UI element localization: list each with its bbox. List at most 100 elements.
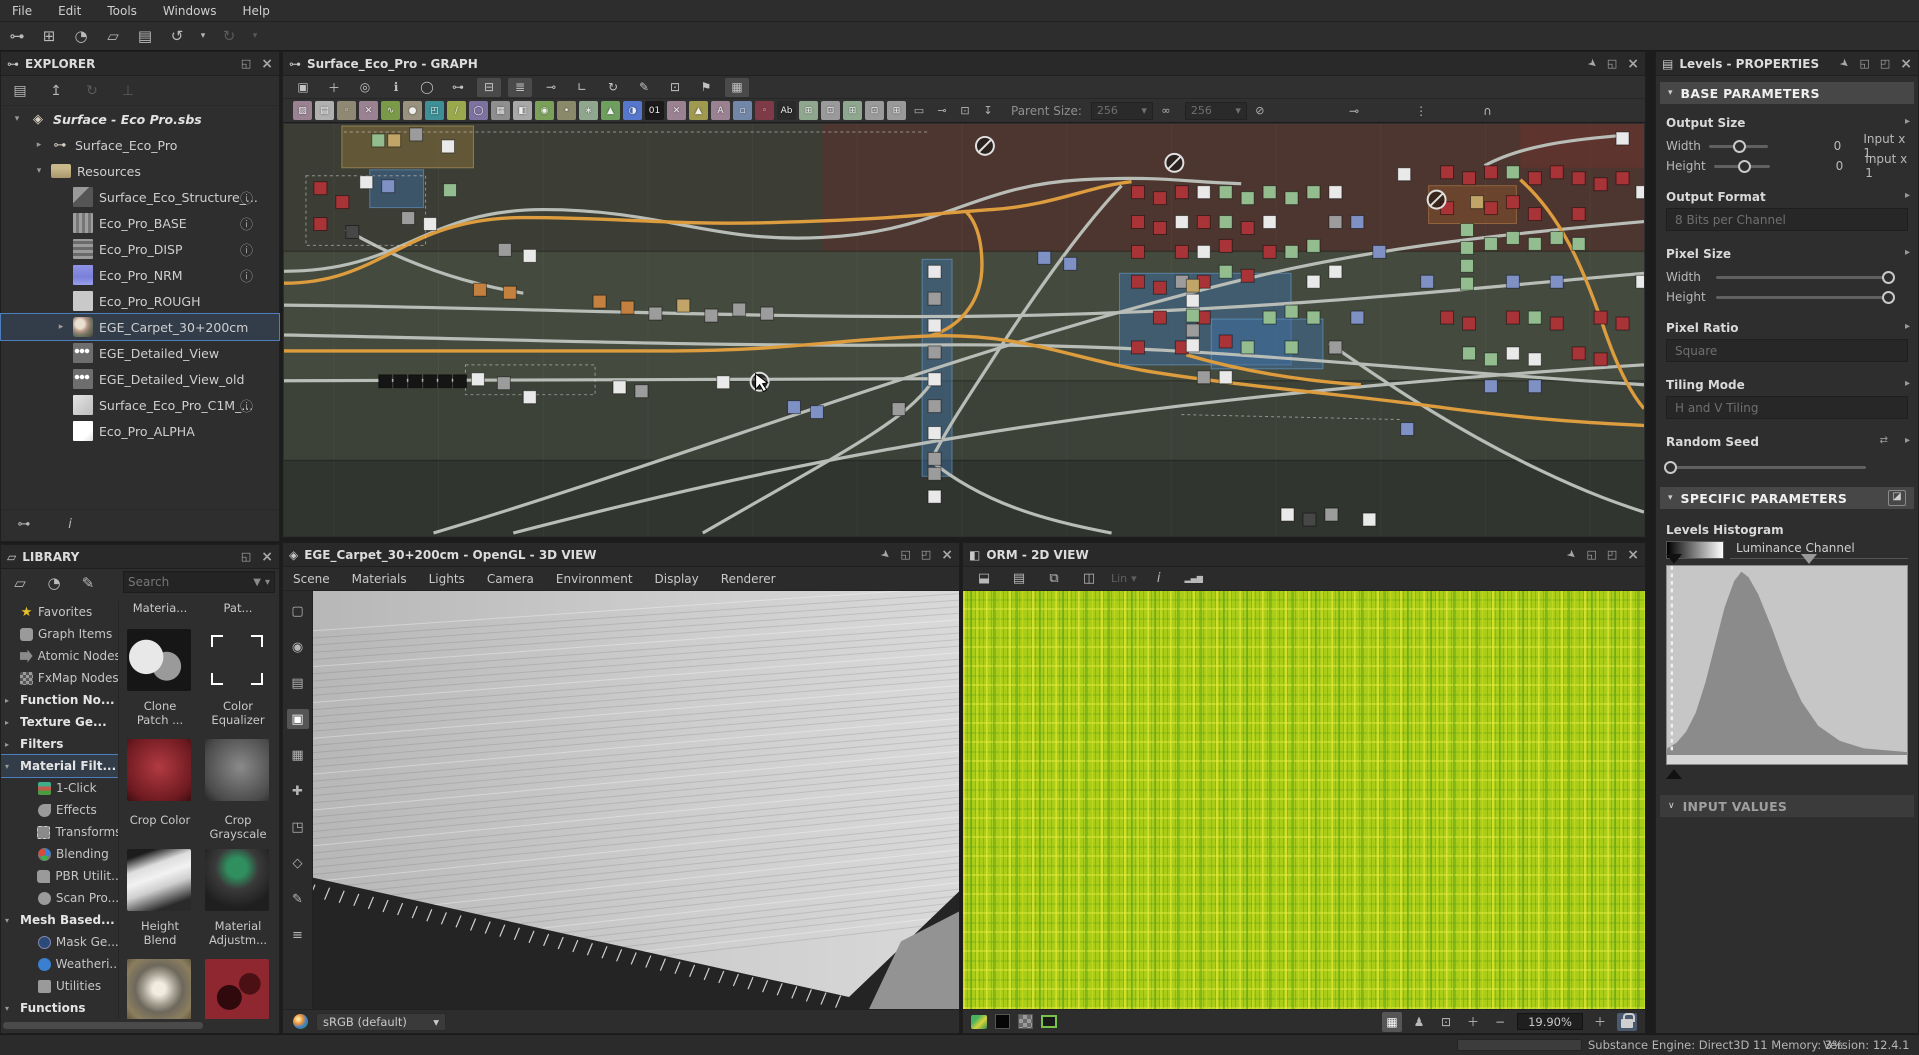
graph-node[interactable]: [1484, 166, 1497, 179]
add-node-icon[interactable]: ▲: [689, 101, 708, 120]
graph-node[interactable]: [892, 403, 905, 416]
graph-node[interactable]: [1506, 311, 1519, 324]
tree-item[interactable]: Eco_Pro_DISPⓘ: [1, 236, 279, 262]
menu-file[interactable]: File: [12, 4, 32, 18]
graph-node[interactable]: [1594, 311, 1607, 324]
graph-node[interactable]: [621, 301, 634, 314]
pin-icon[interactable]: ➤: [1564, 547, 1579, 563]
view3d-side-icon[interactable]: ✎: [287, 889, 309, 909]
library-item-label[interactable]: Bitmap toMateria...: [123, 601, 197, 616]
graph-node[interactable]: [497, 377, 510, 390]
tree-item[interactable]: Eco_Pro_BASEⓘ: [1, 210, 279, 236]
graph-node[interactable]: [928, 452, 941, 465]
expander-icon[interactable]: ▸: [5, 740, 15, 749]
library-category-atomic-nodes[interactable]: Atomic Nodes: [1, 645, 118, 667]
reset-size-icon[interactable]: ⊘: [1250, 101, 1270, 120]
graph-node[interactable]: [1241, 222, 1254, 235]
library-category-mesh-based-[interactable]: ▾Mesh Based...: [1, 909, 118, 931]
add-node-icon[interactable]: ◦: [337, 101, 356, 120]
tree-item[interactable]: ▾◈Surface - Eco Pro.sbs: [1, 106, 279, 132]
graph-node[interactable]: [1484, 202, 1497, 215]
view3d-side-icon[interactable]: ◇: [287, 853, 309, 873]
view3d-menu-renderer[interactable]: Renderer: [721, 572, 776, 586]
height-value[interactable]: 0: [1836, 159, 1844, 173]
chevron-right-icon[interactable]: ▸: [1905, 321, 1910, 332]
open-recent-icon[interactable]: ◔: [68, 24, 94, 48]
view3d-side-icon[interactable]: ≡: [287, 925, 309, 945]
section-input-values[interactable]: ∨ INPUT VALUES: [1660, 795, 1914, 817]
graph-node[interactable]: [1373, 245, 1386, 258]
add-node-icon[interactable]: ◯: [469, 101, 488, 120]
graph-node[interactable]: [1636, 275, 1644, 288]
export-icon[interactable]: ↥: [43, 79, 69, 103]
add-node-icon[interactable]: ⊡: [821, 101, 840, 120]
library-category-scan-pro-[interactable]: Scan Pro...: [1, 887, 118, 909]
add-node-icon[interactable]: 01: [645, 101, 664, 120]
close-icon[interactable]: ×: [1627, 56, 1639, 72]
close-icon[interactable]: ×: [941, 547, 953, 563]
open-folder-icon[interactable]: ▱: [100, 24, 126, 48]
graph-node[interactable]: [1281, 508, 1294, 521]
graph-node[interactable]: [1186, 279, 1199, 292]
add-node-icon[interactable]: ▦: [491, 101, 510, 120]
float-icon[interactable]: ◱: [1607, 57, 1617, 70]
library-item-label[interactable]: MaterialAdjustm...: [201, 919, 275, 948]
width-value[interactable]: 0: [1834, 139, 1842, 153]
height-slider[interactable]: [1714, 165, 1770, 168]
add-node-icon[interactable]: ✕: [359, 101, 378, 120]
graph-node[interactable]: [1506, 347, 1519, 360]
expander-icon[interactable]: ▾: [5, 762, 15, 771]
add-node-icon[interactable]: ⊞: [887, 101, 906, 120]
close-icon[interactable]: ×: [261, 549, 273, 565]
library-item-thumbnail[interactable]: [205, 629, 269, 691]
channels-icon[interactable]: [971, 1015, 987, 1029]
graph-tool-icon[interactable]: ⋮: [1415, 104, 1427, 118]
expander-icon[interactable]: ▾: [33, 166, 45, 176]
library-category-graph-items[interactable]: Graph Items: [1, 623, 118, 645]
view3d-viewport[interactable]: [313, 591, 959, 1009]
expander-icon[interactable]: ▸: [5, 696, 15, 705]
graph-node[interactable]: [442, 140, 455, 153]
info-icon[interactable]: ⓘ: [240, 214, 253, 233]
expander-icon[interactable]: ▸: [5, 718, 15, 727]
new-folder-icon[interactable]: ▱: [7, 571, 33, 595]
graph-node[interactable]: [1186, 294, 1199, 307]
graph-node[interactable]: [1197, 186, 1210, 199]
graph-node[interactable]: [394, 375, 407, 388]
graph-node[interactable]: [336, 196, 349, 209]
pin-icon[interactable]: ➤: [1837, 56, 1852, 72]
graph-node[interactable]: [379, 375, 392, 388]
graph-node[interactable]: [1132, 275, 1145, 288]
tree-item[interactable]: ▸EGE_Carpet_30+200cm: [1, 314, 279, 340]
graph-node[interactable]: [928, 265, 941, 278]
view3d-menu-scene[interactable]: Scene: [293, 572, 330, 586]
graph-node[interactable]: [1219, 371, 1232, 384]
channel-dropdown[interactable]: Luminance Channel: [1730, 541, 1908, 559]
graph-node[interactable]: [1153, 311, 1166, 324]
graph-tool-icon[interactable]: ▭: [909, 101, 929, 120]
copy-icon[interactable]: ⧉: [1041, 569, 1067, 589]
graph-node[interactable]: [1197, 371, 1210, 384]
slider-knob[interactable]: [1882, 291, 1895, 304]
graph-node[interactable]: [1441, 166, 1454, 179]
graph-node[interactable]: [1132, 186, 1145, 199]
float-icon[interactable]: ◱: [241, 57, 251, 70]
save-icon[interactable]: ▤: [1006, 569, 1032, 589]
graph-node[interactable]: [1398, 168, 1411, 181]
zoom-out-icon[interactable]: −: [1490, 1012, 1510, 1032]
graph-node[interactable]: [1528, 208, 1541, 221]
graph-tool-icon[interactable]: ↧: [978, 101, 998, 120]
info-icon[interactable]: ⓘ: [240, 240, 253, 259]
graph-tool-icon[interactable]: ↻: [601, 78, 625, 97]
graph-tool-icon[interactable]: ⊸: [932, 101, 952, 120]
tree-item[interactable]: ▾Resources: [1, 158, 279, 184]
graph-node[interactable]: [1528, 380, 1541, 393]
save-icon[interactable]: ▤: [7, 79, 33, 103]
graph-node[interactable]: [1153, 222, 1166, 235]
graph-node[interactable]: [1307, 239, 1320, 252]
graph-node[interactable]: [1186, 324, 1199, 337]
float-icon[interactable]: ◱: [900, 548, 910, 561]
graph-node[interactable]: [1401, 423, 1414, 436]
scale-reference-icon[interactable]: ♟: [1409, 1012, 1429, 1032]
graph-node[interactable]: [928, 490, 941, 503]
